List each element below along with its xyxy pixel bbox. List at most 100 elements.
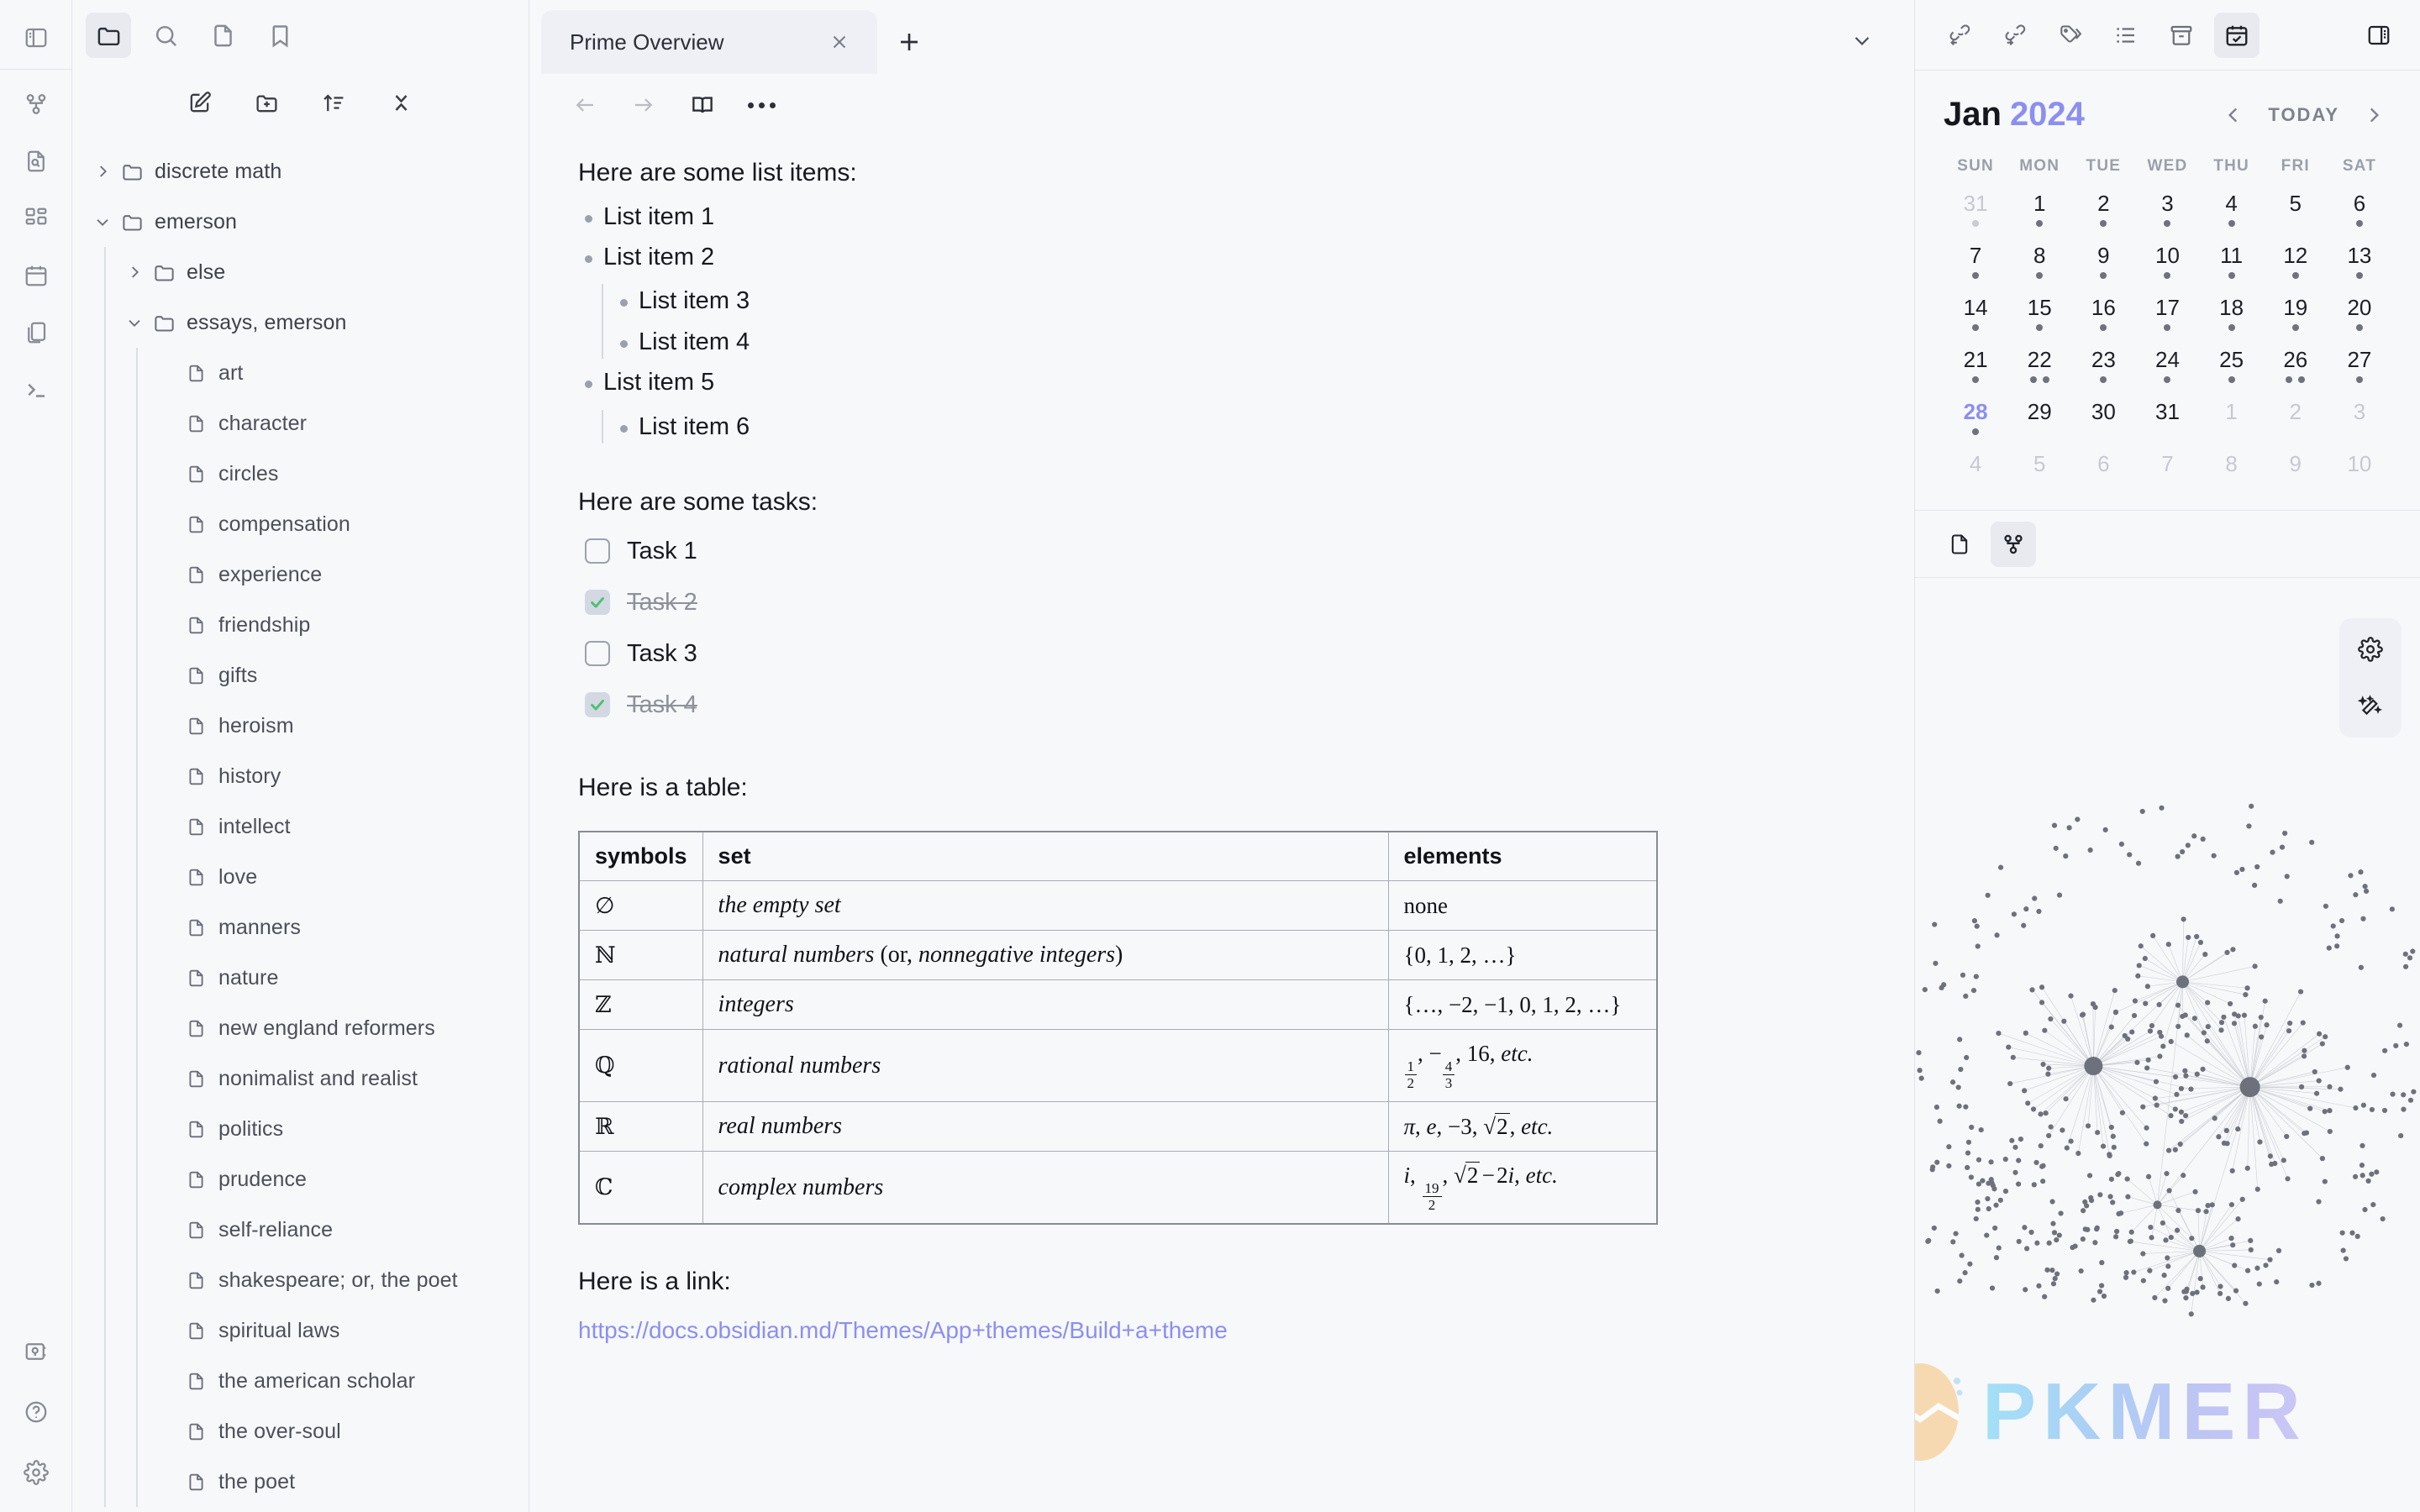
checkbox-unchecked[interactable] [585, 641, 610, 667]
calendar-day[interactable]: 17 [2135, 293, 2199, 345]
file-view-icon[interactable] [1937, 522, 1982, 567]
tree-file-art[interactable]: art [72, 348, 529, 398]
calendar-day[interactable]: 10 [2328, 449, 2391, 501]
chevron-down-icon[interactable] [1842, 24, 1882, 57]
archive-icon[interactable] [2159, 13, 2204, 58]
tree-file-history[interactable]: history [72, 751, 529, 801]
calendar-day[interactable]: 22 [2007, 345, 2071, 397]
calendar-day[interactable]: 15 [2007, 293, 2071, 345]
files-icon[interactable] [86, 13, 131, 58]
calendar-check-icon[interactable] [2214, 12, 2260, 58]
calendar-day[interactable]: 26 [2264, 345, 2328, 397]
calendar-day[interactable]: 25 [2200, 345, 2264, 397]
graph-view[interactable]: PKMER [1915, 578, 2420, 1512]
tree-file-spiritual-laws[interactable]: spiritual laws [72, 1305, 529, 1356]
calendar-day[interactable]: 20 [2328, 293, 2391, 345]
more-options-icon[interactable] [743, 87, 780, 123]
back-icon[interactable] [566, 87, 603, 123]
tree-file-shakespeare-or-the-poet[interactable]: shakespeare; or, the poet [72, 1255, 529, 1305]
calendar-day[interactable]: 9 [2071, 241, 2135, 293]
terminal-icon[interactable] [17, 370, 55, 409]
graph-icon[interactable] [17, 85, 55, 123]
calendar-day[interactable]: 7 [1944, 241, 2007, 293]
tree-file-new-england-reformers[interactable]: new england reformers [72, 1003, 529, 1053]
calendar-day[interactable]: 1 [2007, 189, 2071, 241]
calendar-day[interactable]: 16 [2071, 293, 2135, 345]
calendar-day[interactable]: 8 [2007, 241, 2071, 293]
tree-folder-discrete-math[interactable]: discrete math [72, 146, 529, 197]
tree-file-gifts[interactable]: gifts [72, 650, 529, 701]
today-button[interactable]: TODAY [2268, 104, 2339, 126]
chevron-right-icon[interactable] [2356, 97, 2391, 133]
checkbox-unchecked[interactable] [585, 538, 610, 564]
file-tree[interactable]: discrete math emerson else essays, emerson a… [72, 134, 529, 1512]
page-icon[interactable] [200, 13, 245, 58]
bookmark-icon[interactable] [257, 13, 302, 58]
calendar-day[interactable]: 8 [2200, 449, 2264, 501]
calendar-day[interactable]: 2 [2071, 189, 2135, 241]
help-icon[interactable] [17, 1393, 55, 1431]
tree-file-character[interactable]: character [72, 398, 529, 449]
calendar-day[interactable]: 2 [2264, 397, 2328, 449]
calendar-day[interactable]: 27 [2328, 345, 2391, 397]
calendar-day[interactable]: 11 [2200, 241, 2264, 293]
calendar-day[interactable]: 5 [2007, 449, 2071, 501]
calendar-day[interactable]: 31 [1944, 189, 2007, 241]
calendar-day[interactable]: 6 [2071, 449, 2135, 501]
reading-view-icon[interactable] [684, 87, 721, 123]
forward-icon[interactable] [625, 87, 662, 123]
tree-file-the-american-scholar[interactable]: the american scholar [72, 1356, 529, 1406]
file-search-icon[interactable] [17, 142, 55, 181]
calendar-grid[interactable]: SUN MON TUE WED THU FRI SAT 31 1 2 3 4 5 6 7 8 9 10 11 12 13… [1944, 157, 2391, 501]
calendar-day[interactable]: 12 [2264, 241, 2328, 293]
magic-wand-icon[interactable] [2351, 687, 2390, 726]
calendar-day[interactable]: 29 [2007, 397, 2071, 449]
collapse-all-icon[interactable] [383, 84, 420, 121]
sidebar-right-toggle-icon[interactable] [2356, 13, 2402, 58]
tree-file-the-poet[interactable]: the poet [72, 1457, 529, 1507]
tree-folder-emerson[interactable]: emerson [72, 197, 529, 247]
checkbox-checked[interactable] [585, 590, 610, 616]
outgoing-links-icon[interactable] [1992, 13, 2038, 58]
tree-file-manners[interactable]: manners [72, 902, 529, 953]
copy-files-icon[interactable] [17, 313, 55, 352]
calendar-day[interactable]: 7 [2135, 449, 2199, 501]
calendar-day[interactable]: 21 [1944, 345, 2007, 397]
tree-folder-essays-emerson[interactable]: essays, emerson [72, 297, 529, 348]
calendar-day[interactable]: 13 [2328, 241, 2391, 293]
tags-icon[interactable] [2048, 13, 2093, 58]
calendar-day[interactable]: 9 [2264, 449, 2328, 501]
new-tab-button[interactable] [886, 18, 933, 66]
calendar-day[interactable]: 30 [2071, 397, 2135, 449]
calendar-day[interactable]: 4 [2200, 189, 2264, 241]
calendar-day[interactable]: 10 [2135, 241, 2199, 293]
tree-file-self-reliance[interactable]: self-reliance [72, 1205, 529, 1255]
search-icon[interactable] [143, 13, 188, 58]
chevron-left-icon[interactable] [2216, 97, 2251, 133]
calendar-icon[interactable] [17, 256, 55, 295]
chevron-right-icon[interactable] [87, 162, 118, 181]
tree-file-prudence[interactable]: prudence [72, 1154, 529, 1205]
checkbox-checked[interactable] [585, 692, 610, 718]
calendar-day[interactable]: 23 [2071, 345, 2135, 397]
gear-icon[interactable] [2351, 630, 2390, 669]
calendar-day[interactable]: 19 [2264, 293, 2328, 345]
close-icon[interactable] [823, 26, 855, 58]
calendar-day[interactable]: 4 [1944, 449, 2007, 501]
chevron-down-icon[interactable] [119, 313, 150, 332]
tree-file-nature[interactable]: nature [72, 953, 529, 1003]
tab-prime-overview[interactable]: Prime Overview [541, 10, 877, 74]
new-folder-icon[interactable] [249, 84, 286, 121]
graph-nodes[interactable] [1916, 803, 2417, 1317]
tree-folder-else[interactable]: else [72, 247, 529, 297]
calendar-day[interactable]: 24 [2135, 345, 2199, 397]
tree-file-heroism[interactable]: heroism [72, 701, 529, 751]
tree-file-the-over-soul[interactable]: the over-soul [72, 1406, 529, 1457]
calendar-day[interactable]: 6 [2328, 189, 2391, 241]
tree-file-politics[interactable]: politics [72, 1104, 529, 1154]
sort-icon[interactable] [316, 84, 353, 121]
external-link[interactable]: https://docs.obsidian.md/Themes/App+them… [578, 1317, 1228, 1344]
calendar-day[interactable]: 3 [2135, 189, 2199, 241]
tree-file-intellect[interactable]: intellect [72, 801, 529, 852]
calendar-day[interactable]: 5 [2264, 189, 2328, 241]
